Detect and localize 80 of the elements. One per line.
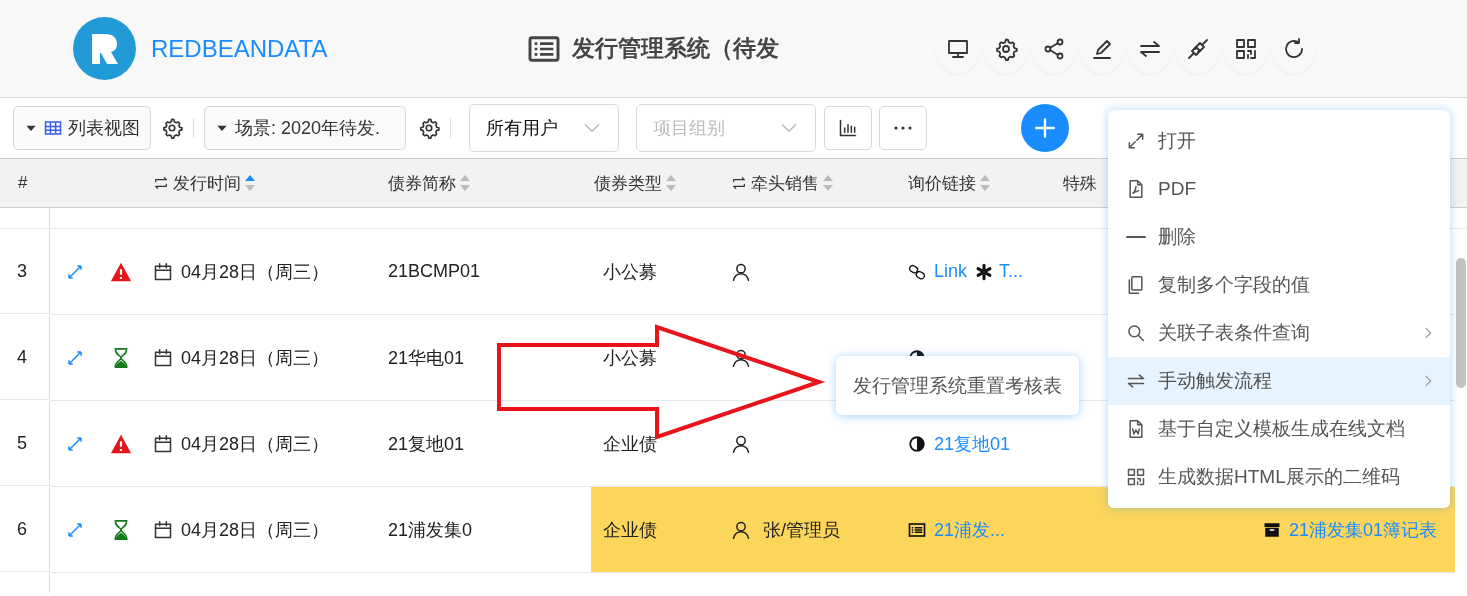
swap-icon xyxy=(731,175,747,191)
sort-icon[interactable] xyxy=(244,173,256,193)
column-header[interactable]: 特殊 xyxy=(1063,171,1097,195)
half-circle-icon xyxy=(908,434,926,453)
user-icon xyxy=(731,433,751,454)
bond-name-cell-text: 21浦发集0 xyxy=(388,518,473,542)
open-record-icon xyxy=(66,520,84,539)
submenu-item[interactable]: 发行管理系统重置考核表 xyxy=(853,372,1062,399)
user-icon xyxy=(731,519,751,540)
user-icon xyxy=(731,347,751,368)
column-header[interactable]: 债券简称 xyxy=(388,171,456,195)
settings-icon xyxy=(418,117,440,139)
scene-dropdown[interactable]: 场景: 2020年待发. xyxy=(204,106,406,150)
add-button[interactable] xyxy=(1021,104,1069,152)
table-icon xyxy=(44,119,62,137)
sales-cell-text: 张/管理员 xyxy=(763,518,840,542)
bond-name-cell: 21BCMP01 xyxy=(388,261,481,282)
calendar-icon xyxy=(153,261,173,282)
more-icon xyxy=(894,126,912,130)
pdf-file-icon xyxy=(1126,179,1146,199)
copy-icon xyxy=(1126,275,1146,295)
calendar-icon xyxy=(153,433,173,454)
page-title: 发行管理系统（待发 xyxy=(572,34,779,63)
view-dropdown[interactable]: 列表视图 xyxy=(13,106,151,150)
user-select[interactable]: 所有用户 xyxy=(469,104,619,152)
row-number: 3 xyxy=(0,229,50,314)
bond-type-cell-text: 小公募 xyxy=(603,260,657,284)
open-record-icon xyxy=(66,434,84,453)
menu-item[interactable]: 删除 xyxy=(1108,213,1450,261)
menu-item[interactable]: PDF xyxy=(1108,165,1450,213)
search-icon xyxy=(1126,323,1146,343)
bond-name-cell-text: 21复地01 xyxy=(388,432,465,456)
share-icon xyxy=(1042,36,1066,61)
swap-icon xyxy=(153,175,169,191)
menu-item[interactable]: 基于自定义模板生成在线文档 xyxy=(1108,405,1450,453)
chart-button[interactable] xyxy=(824,106,872,150)
column-header[interactable]: 发行时间 xyxy=(153,171,241,195)
refresh-icon xyxy=(1282,36,1306,61)
calendar-icon xyxy=(153,347,173,368)
menu-item[interactable]: 关联子表条件查询 xyxy=(1108,309,1450,357)
date-cell-text: 04月28日（周三） xyxy=(181,518,330,542)
settings-icon xyxy=(161,117,183,139)
brand-name: REDBEANDATA xyxy=(151,34,329,63)
column-header[interactable]: # xyxy=(18,173,28,193)
chart-icon xyxy=(838,118,858,138)
row-number: 6 xyxy=(0,487,50,572)
menu-item[interactable]: 打开 xyxy=(1108,117,1450,165)
column-header[interactable]: 牵头销售 xyxy=(731,171,819,195)
qr-code-icon xyxy=(1234,36,1258,61)
row-number: 4 xyxy=(0,315,50,400)
minus-icon xyxy=(1126,235,1146,239)
plug-icon xyxy=(1186,36,1210,61)
open-record-icon xyxy=(66,262,84,281)
menu-item[interactable]: 复制多个字段的值 xyxy=(1108,261,1450,309)
archive-icon xyxy=(1262,520,1281,539)
date-cell-text: 04月28日（周三） xyxy=(181,432,330,456)
expand-icon xyxy=(1126,131,1146,151)
bond-name-cell-text: 21华电01 xyxy=(388,346,465,370)
settings-icon xyxy=(994,36,1018,61)
link-icon xyxy=(908,262,926,281)
bond-type-cell-text: 企业债 xyxy=(603,432,657,456)
swap-icon xyxy=(1126,371,1146,391)
menu-item[interactable]: 手动触发流程 xyxy=(1108,357,1450,405)
asterisk-icon xyxy=(975,262,994,281)
list-icon xyxy=(908,520,926,539)
qr-code-icon xyxy=(1126,467,1146,487)
calendar-icon xyxy=(153,519,173,540)
column-header[interactable]: 债券类型 xyxy=(594,171,662,195)
plus-icon xyxy=(1032,115,1058,141)
date-cell-text: 04月28日（周三） xyxy=(181,346,330,370)
bond-type-cell-text: 小公募 xyxy=(603,346,657,370)
word-document-icon xyxy=(1126,419,1146,439)
date-cell-text: 04月28日（周三） xyxy=(181,260,330,284)
menu-item[interactable]: 生成数据HTML展示的二维码 xyxy=(1108,453,1450,501)
open-record-icon xyxy=(66,348,84,367)
row-number: 5 xyxy=(0,401,50,486)
scrollbar[interactable] xyxy=(1456,258,1466,388)
bond-type-cell-text: 企业债 xyxy=(603,518,657,542)
user-icon xyxy=(731,261,751,282)
column-header[interactable]: 询价链接 xyxy=(908,171,976,195)
